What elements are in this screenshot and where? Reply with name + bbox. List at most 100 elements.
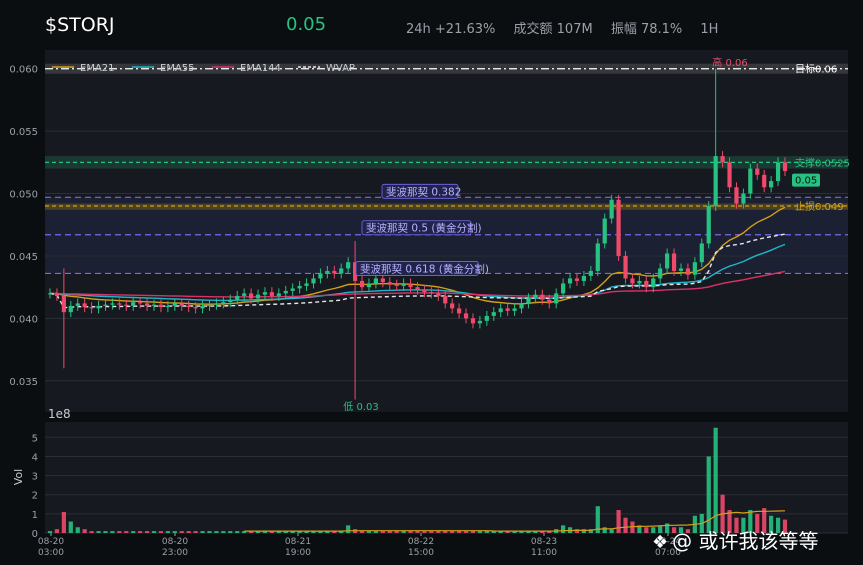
volume-bar: [373, 531, 378, 533]
time-tick-date: 08-20: [162, 537, 188, 547]
candle-body: [131, 302, 136, 306]
candle-body: [359, 280, 365, 288]
candle-body: [755, 168, 760, 175]
candle-body: [228, 299, 233, 303]
candle-body: [567, 278, 573, 284]
last-price-label: 0.05: [795, 176, 817, 187]
volume-bar: [644, 527, 649, 533]
volume-bar: [82, 529, 87, 533]
candle-body: [658, 268, 663, 279]
candle-body: [734, 187, 739, 204]
candle-body: [89, 307, 94, 309]
volume-bar: [186, 531, 191, 533]
volume-bar: [380, 531, 385, 533]
price-tick-label: 0.055: [9, 127, 38, 138]
stop-label: 止损0.049: [795, 200, 844, 213]
candle-body: [651, 278, 656, 288]
wechat-like-icon: ❖: [652, 532, 669, 553]
volume-bar: [422, 531, 427, 533]
candle-body: [665, 253, 670, 269]
watermark-text: @ 或许我该等等: [672, 529, 819, 553]
price-chart[interactable]: 0.0350.0400.0450.0500.0550.060斐波那契 0.382…: [0, 0, 863, 565]
volume-bar: [47, 531, 53, 533]
volume-bar: [616, 510, 621, 533]
candle-body: [775, 162, 781, 182]
candle-body: [269, 292, 274, 296]
volume-bar: [228, 531, 233, 533]
candle-body: [242, 293, 247, 296]
volume-bar: [463, 531, 469, 533]
volume-bar: [207, 531, 212, 533]
candle-body: [138, 302, 143, 304]
volume-bar: [131, 531, 136, 533]
volume-bar: [117, 531, 122, 533]
candle-body: [186, 305, 191, 308]
candle-body: [602, 218, 607, 244]
candle-body: [158, 304, 164, 308]
volume-bar: [408, 531, 413, 533]
candle-body: [151, 304, 157, 306]
candle-body: [346, 262, 351, 269]
legend-label-ema21: EMA21: [80, 63, 115, 74]
volume-bar: [68, 521, 73, 533]
candle-body: [727, 162, 732, 188]
candle-body: [366, 283, 372, 288]
high-label: 高 0.06: [712, 56, 747, 69]
candle-body: [61, 295, 66, 313]
candle-body: [415, 287, 420, 290]
candle-body: [290, 288, 295, 291]
volume-bar: [581, 529, 587, 533]
volume-bar: [401, 531, 406, 533]
candle-body: [429, 292, 434, 294]
volume-bar: [179, 531, 184, 533]
candle-body: [706, 206, 711, 244]
candle-body: [110, 303, 115, 305]
candle-body: [457, 308, 462, 314]
volume-bar: [165, 531, 170, 533]
time-tick-hour: 15:00: [408, 548, 434, 558]
volume-bar: [221, 531, 226, 533]
candle-body: [463, 313, 469, 319]
candle-body: [172, 303, 177, 306]
volume-bar: [54, 529, 60, 533]
candle-body: [276, 293, 281, 296]
vol-tick-label: 1: [32, 510, 38, 521]
candle-body: [498, 308, 503, 313]
volume-bar: [96, 531, 101, 533]
legend-label-ema144: EMA144: [240, 63, 281, 74]
candle-body: [68, 305, 73, 313]
volume-bar: [214, 531, 219, 533]
candle-body: [380, 278, 385, 283]
candle-body: [609, 199, 614, 219]
candle-body: [581, 275, 587, 281]
fib382-label: 斐波那契 0.382: [386, 185, 461, 198]
volume-bar: [574, 529, 580, 533]
candle-body: [526, 298, 531, 304]
candle-body: [318, 273, 323, 279]
volume-bar: [623, 517, 628, 533]
candle-body: [144, 303, 150, 306]
legend-label-wvap: WVAP: [326, 63, 355, 74]
candle-body: [505, 308, 510, 311]
time-tick-date: 08-22: [408, 537, 434, 547]
candle-body: [574, 278, 580, 281]
candle-body: [533, 294, 538, 299]
candle-body: [616, 199, 621, 256]
candle-body: [96, 305, 101, 309]
candle-body: [339, 268, 344, 274]
volume-bar: [235, 531, 240, 533]
candle-body: [519, 303, 524, 309]
legend-label-ema55: EMA55: [160, 63, 195, 74]
volume-bar: [103, 531, 108, 533]
candle-body: [262, 292, 268, 295]
candle-body: [540, 294, 545, 300]
time-tick-date: 08-20: [38, 537, 64, 547]
candle-body: [332, 270, 337, 274]
price-tick-label: 0.045: [9, 252, 38, 263]
volume-bar: [75, 527, 80, 533]
candle-body: [103, 304, 108, 306]
volume-bar: [89, 531, 94, 533]
candle-body: [748, 168, 753, 194]
time-tick-date: 08-23: [531, 537, 557, 547]
vol-tick-label: 2: [32, 491, 38, 502]
